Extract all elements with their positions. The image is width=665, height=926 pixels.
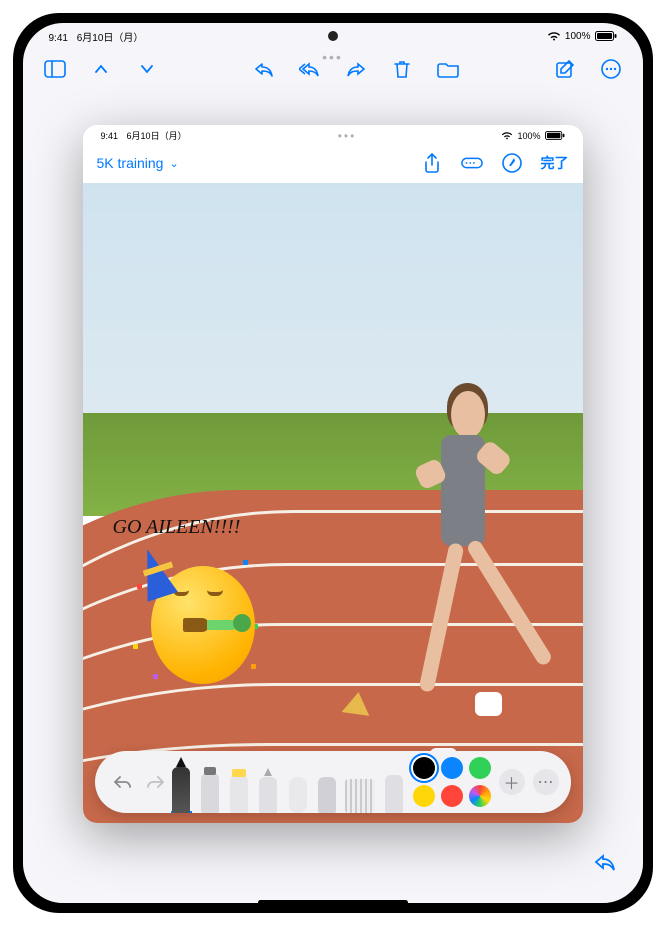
fg-wifi-icon (501, 131, 513, 140)
color-yellow[interactable] (413, 785, 435, 807)
fg-multitask-dots-icon[interactable]: ••• (338, 129, 357, 143)
pen-tool[interactable] (171, 761, 192, 813)
color-blue[interactable] (441, 757, 463, 779)
bg-reply-icon[interactable] (593, 853, 617, 873)
more-icon[interactable] (599, 57, 623, 81)
eraser-tool[interactable] (287, 773, 308, 813)
pencil-tool[interactable] (258, 771, 279, 813)
outer-time: 9:41 (49, 33, 68, 44)
lasso-tool[interactable] (316, 773, 337, 813)
color-black[interactable] (413, 757, 435, 779)
highlighter-tool[interactable] (229, 769, 250, 813)
home-indicator[interactable] (258, 900, 408, 905)
fg-status-bar: 9:41 6月10日（月） ••• 100% (83, 125, 583, 143)
done-button[interactable]: 完了 (541, 153, 569, 173)
markup-panel: 9:41 6月10日（月） ••• 100% 5K training ⌄ 完了 (83, 125, 583, 823)
fg-date: 6月10日（月） (127, 131, 187, 141)
outer-date: 6月10日（月） (77, 33, 144, 44)
trash-icon[interactable] (390, 57, 414, 81)
color-red[interactable] (441, 785, 463, 807)
autoshape-icon[interactable] (461, 152, 483, 174)
compose-icon[interactable] (553, 57, 577, 81)
runner-figure (373, 375, 543, 772)
markup-tool-palette: ＋ ⋯ (95, 751, 571, 813)
fg-toolbar: 5K training ⌄ 完了 (83, 143, 583, 183)
fg-battery-icon (545, 131, 565, 140)
color-green[interactable] (469, 757, 491, 779)
folder-icon[interactable] (436, 57, 460, 81)
undo-button[interactable] (111, 770, 135, 794)
color-picker-button[interactable] (469, 785, 491, 807)
fg-time: 9:41 (101, 131, 119, 141)
sidebar-toggle-icon[interactable] (43, 57, 67, 81)
battery-pct: 100% (565, 31, 591, 42)
redo-button[interactable] (143, 770, 167, 794)
track-arrow (341, 690, 372, 716)
color-wells (413, 757, 491, 807)
multitask-dots-icon[interactable]: ••• (322, 49, 343, 65)
markup-canvas[interactable]: GO AILEEN!!!! (83, 183, 583, 823)
wifi-icon (547, 31, 561, 41)
add-button[interactable]: ＋ (499, 769, 525, 795)
ruler-tool[interactable] (345, 773, 375, 813)
party-face-emoji[interactable] (133, 554, 263, 684)
reply-icon[interactable] (252, 57, 276, 81)
battery-icon (595, 31, 617, 41)
document-title-button[interactable]: 5K training ⌄ (97, 155, 179, 171)
document-title: 5K training (97, 155, 164, 171)
reply-all-icon[interactable] (298, 57, 322, 81)
share-icon[interactable] (421, 152, 443, 174)
annotation-text[interactable]: GO AILEEN!!!! (113, 516, 241, 539)
fg-battery-pct: 100% (517, 131, 540, 141)
marker-tool[interactable] (200, 767, 221, 813)
chevron-down-icon: ⌄ (169, 157, 178, 170)
prev-message-icon[interactable] (89, 57, 113, 81)
next-message-icon[interactable] (135, 57, 159, 81)
brush-tool[interactable] (383, 769, 404, 813)
palette-more-button[interactable]: ⋯ (533, 769, 559, 795)
markup-mode-icon[interactable] (501, 152, 523, 174)
forward-icon[interactable] (344, 57, 368, 81)
